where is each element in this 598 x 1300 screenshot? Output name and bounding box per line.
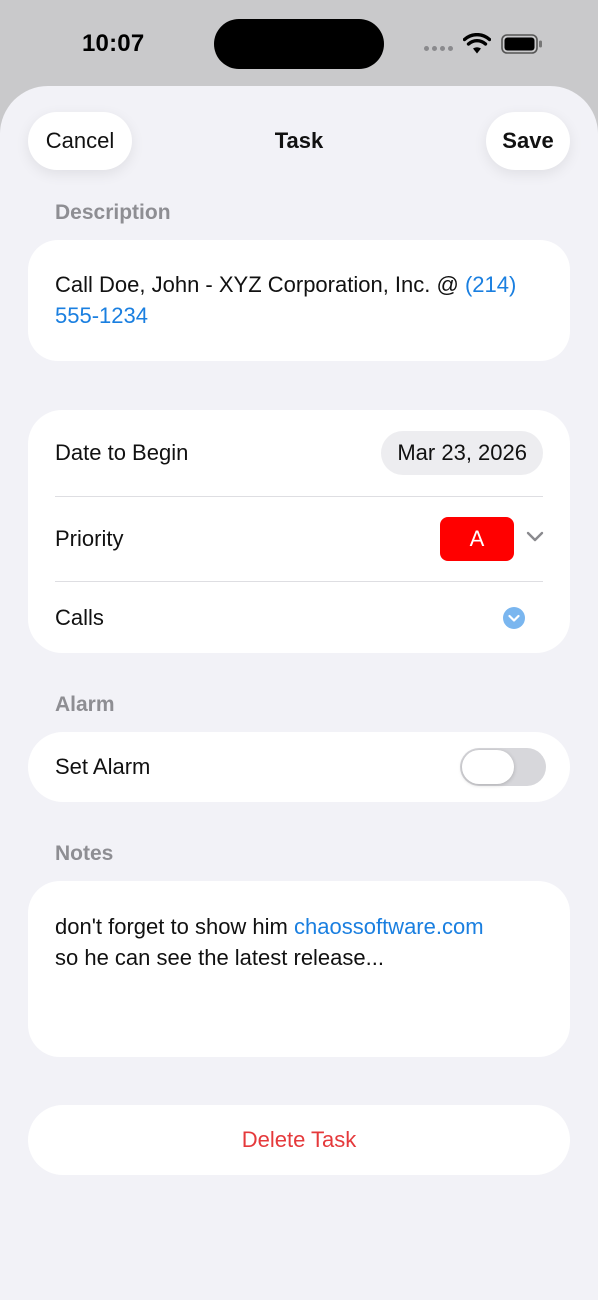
notes-header: Notes xyxy=(55,842,114,865)
set-alarm-toggle[interactable] xyxy=(460,748,546,786)
save-button[interactable]: Save xyxy=(486,112,570,170)
set-alarm-label: Set Alarm xyxy=(55,754,151,779)
priority-row[interactable]: Priority A xyxy=(55,497,570,581)
calls-label: Calls xyxy=(55,604,104,630)
date-label: Date to Begin xyxy=(55,440,189,465)
date-row: Date to Begin Mar 23, 2026 xyxy=(55,410,570,496)
calls-row[interactable]: Calls xyxy=(55,582,570,653)
notes-field[interactable]: don't forget to show him chaossoftware.c… xyxy=(55,911,555,973)
description-field[interactable]: Call Doe, John - XYZ Corporation, Inc. @… xyxy=(55,269,555,331)
status-bar: 10:07 xyxy=(0,0,598,86)
priority-label: Priority xyxy=(55,526,124,551)
notes-text-continued: so he can see the latest release... xyxy=(55,945,384,970)
alarm-card: Set Alarm xyxy=(28,732,570,802)
notes-text: don't forget to show him xyxy=(55,914,288,939)
description-card[interactable]: Call Doe, John - XYZ Corporation, Inc. @… xyxy=(28,240,570,361)
dynamic-island xyxy=(214,19,384,69)
delete-task-button[interactable]: Delete Task xyxy=(28,1105,570,1175)
wifi-icon xyxy=(463,33,491,54)
description-header: Description xyxy=(55,201,171,224)
signal-dots-icon xyxy=(424,46,453,51)
priority-badge[interactable]: A xyxy=(440,517,514,561)
toggle-knob xyxy=(462,750,514,784)
details-card: Date to Begin Mar 23, 2026 Priority A Ca… xyxy=(28,410,570,653)
chevron-down-icon[interactable] xyxy=(526,531,544,543)
date-picker-button[interactable]: Mar 23, 2026 xyxy=(381,431,543,475)
notes-link[interactable]: chaossoftware.com xyxy=(294,914,484,939)
task-sheet: Cancel Task Save Description Call Doe, J… xyxy=(0,86,598,1300)
alarm-header: Alarm xyxy=(55,693,115,716)
battery-icon xyxy=(501,34,542,54)
description-text: Call Doe, John - XYZ Corporation, Inc. @ xyxy=(55,272,459,297)
chevron-circle-icon[interactable] xyxy=(503,607,525,629)
set-alarm-row: Set Alarm xyxy=(55,732,570,802)
status-time: 10:07 xyxy=(82,30,145,57)
notes-card[interactable]: don't forget to show him chaossoftware.c… xyxy=(28,881,570,1057)
